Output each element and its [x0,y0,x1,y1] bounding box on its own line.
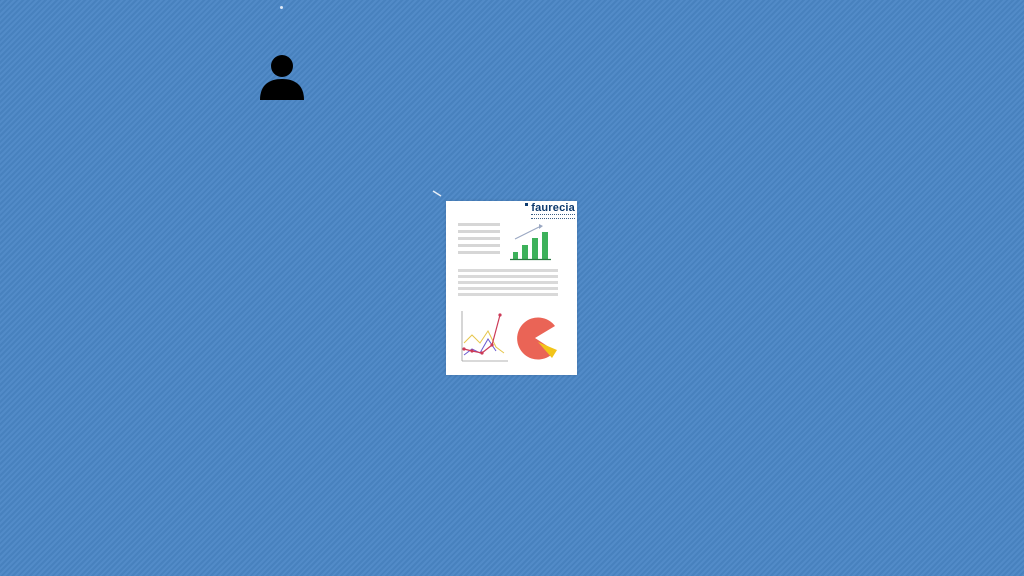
logo-mark [525,203,528,206]
text-line [458,287,558,290]
logo-wordmark: faurecia [531,202,575,214]
desktop-background: { "logo": { "brand": "faurecia" }, "colo… [0,0,1024,576]
user-icon[interactable] [257,52,307,102]
text-line [458,281,558,284]
bar-chart-icon [510,224,551,261]
text-line [458,244,500,247]
text-line [458,237,500,240]
faurecia-logo: faurecia [522,201,577,221]
text-line [458,251,500,254]
text-line [458,275,558,278]
pie-chart-icon [517,317,557,360]
text-line [458,223,500,226]
body-text-block [458,269,558,299]
line-chart-icon [461,311,508,362]
text-line [458,230,500,233]
text-line [458,269,558,272]
text-line [458,293,558,296]
document-drag-mark [432,190,442,197]
summary-text-block [458,223,500,258]
report-document-icon[interactable]: faurecia [446,201,577,375]
logo-tagline [531,214,575,219]
sparkle-dot [280,6,283,9]
